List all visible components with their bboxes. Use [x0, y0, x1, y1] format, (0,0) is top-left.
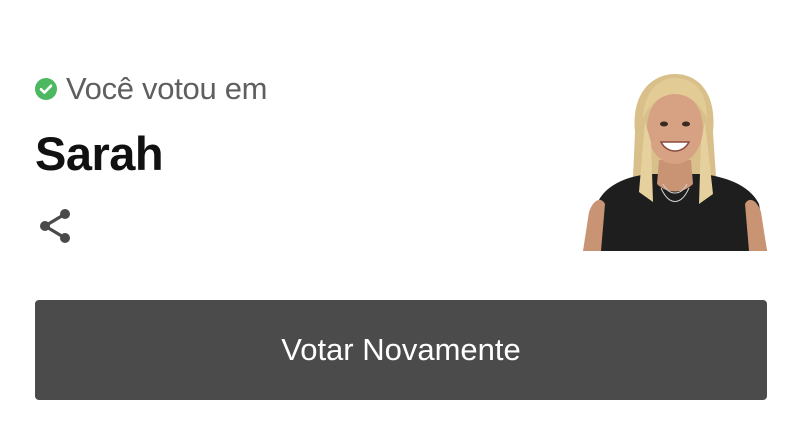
vote-status-label: Você votou em — [66, 71, 268, 106]
share-icon[interactable] — [38, 208, 72, 244]
candidate-name: Sarah — [35, 127, 164, 180]
vote-status-row: Você votou em — [35, 70, 267, 108]
candidate-photo — [583, 72, 767, 251]
vote-again-button[interactable]: Votar Novamente — [35, 300, 767, 400]
vote-confirmation-card: Você votou em Sarah Votar Novamente — [0, 0, 797, 427]
check-circle-icon — [35, 78, 57, 100]
